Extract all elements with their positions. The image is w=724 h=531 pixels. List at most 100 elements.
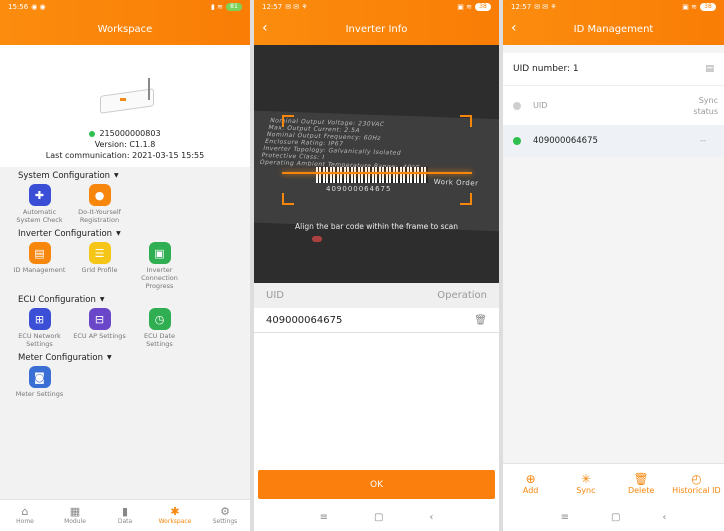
tab-home[interactable]: ⌂ Home <box>0 500 50 531</box>
sync-icon: ✳ <box>580 472 591 486</box>
tile-label: ECU Network Settings <box>18 332 61 348</box>
back-nav-icon[interactable]: ‹ <box>662 512 666 523</box>
uid-value: 409000064675 <box>533 136 598 146</box>
status-time: 15:56 <box>8 3 29 11</box>
tab-workspace[interactable]: ✱ Workspace <box>150 500 200 531</box>
meter-icon: ◙ <box>28 366 51 388</box>
back-icon[interactable]: ‹ <box>511 21 517 35</box>
nav-bar: ‹ Inverter Info <box>254 14 499 45</box>
tab-settings[interactable]: ⚙ Settings <box>200 500 250 531</box>
signal-icon: ▮ ≋ <box>211 3 223 11</box>
section-title: Inverter Configuration <box>18 228 113 239</box>
tile-label: Meter Settings <box>15 390 64 398</box>
device-card: 215000000803 Version: C1.1.8 Last commun… <box>0 45 250 167</box>
config-tile[interactable]: ▤ ID Management <box>12 242 67 290</box>
page-title: Inverter Info <box>345 24 408 35</box>
workspace-icon: ✱ <box>170 505 180 518</box>
device-id: 215000000803 <box>99 129 161 138</box>
menu-icon[interactable]: ≡ <box>320 512 328 523</box>
scan-frame: 409000064675 <box>282 115 472 205</box>
section-title: Meter Configuration <box>18 352 103 363</box>
section-header[interactable]: ECU Configuration ▼ <box>0 293 250 306</box>
historical-id-button[interactable]: ◴ Historical ID <box>669 464 724 503</box>
section-title: ECU Configuration <box>18 294 96 305</box>
config-tile[interactable]: ● Do-It-Yourself Registration <box>72 184 127 224</box>
clipboard-icon[interactable]: ▤ <box>705 64 714 74</box>
ok-button[interactable]: OK <box>258 470 495 499</box>
tab-module[interactable]: ▦ Module <box>50 500 100 531</box>
uid-number: UID number: 1 <box>513 64 579 74</box>
status-bar: 12:57 ✉ ✉ ⚘ ▣ ≋ 38 <box>254 0 499 14</box>
back-nav-icon[interactable]: ‹ <box>429 512 433 523</box>
tile-label: Inverter Connection Progress <box>141 266 178 290</box>
config-tile[interactable]: ⊞ ECU Network Settings <box>12 308 67 348</box>
menu-icon[interactable]: ≡ <box>561 512 569 523</box>
ap-icon: ⊟ <box>88 308 111 330</box>
tile-label: Grid Profile <box>81 266 118 274</box>
tab-data[interactable]: ▮ Data <box>100 500 150 531</box>
tile-label: Do-It-Yourself Registration <box>78 208 121 224</box>
device-version: Version: C1.1.8 <box>94 140 156 149</box>
col-uid: UID <box>266 290 284 301</box>
camera-scanner-view[interactable]: Nominal Output Voltage: 230VAC Max. Outpu… <box>254 45 499 283</box>
tile-grid: ⊞ ECU Network Settings ⊟ ECU AP Settings ◷ EC… <box>0 308 250 348</box>
system-nav-bar: ≡ ▢ ‹ <box>503 503 724 531</box>
section-header[interactable]: Inverter Configuration ▼ <box>0 227 250 240</box>
chart-icon: ▮ <box>121 505 129 518</box>
section-header[interactable]: Meter Configuration ▼ <box>0 351 250 364</box>
select-all-dot[interactable] <box>513 101 521 110</box>
workspace-header: 15:56 ◉ ◉ ▮ ≋ 81 Workspace <box>0 0 250 45</box>
back-icon[interactable]: ‹ <box>262 21 268 35</box>
home-square-icon[interactable]: ▢ <box>611 512 620 523</box>
section-header[interactable]: System Configuration ▼ <box>0 169 250 182</box>
nav-bar: Workspace <box>0 14 250 45</box>
tile-label: Automatic System Check <box>16 208 63 224</box>
config-tile[interactable]: ☰ Grid Profile <box>72 242 127 290</box>
status-time: 12:57 <box>262 3 283 11</box>
table-row[interactable]: 409000064675 -- <box>503 125 724 157</box>
config-tile[interactable]: ◷ ECU Date Settings <box>132 308 187 348</box>
config-tile[interactable]: ⊟ ECU AP Settings <box>72 308 127 348</box>
home-square-icon[interactable]: ▢ <box>374 512 383 523</box>
add-button[interactable]: ⊕ Add <box>503 464 558 503</box>
config-tile[interactable]: ✚ Automatic System Check <box>12 184 67 224</box>
action-label: Delete <box>627 486 655 495</box>
clock-icon: ◷ <box>148 308 171 330</box>
person-icon: ● <box>88 184 111 206</box>
inverter-led <box>312 236 322 242</box>
sync-button[interactable]: ✳ Sync <box>558 464 613 503</box>
section-title: System Configuration <box>18 170 111 181</box>
config-sections: System Configuration ▼ ✚ Automatic System C… <box>0 167 250 399</box>
action-label: Historical ID <box>672 486 721 495</box>
page-title: Workspace <box>97 24 153 35</box>
config-tile[interactable]: ▣ Inverter Connection Progress <box>132 242 187 290</box>
battery-icon: 81 <box>226 3 242 11</box>
scan-line <box>282 172 472 174</box>
action-bar: ⊕ Add ✳ Sync 🗑 Delete ◴ Historical ID <box>503 463 724 503</box>
tile-label: ID Management <box>13 266 66 274</box>
row-select-dot[interactable] <box>513 137 521 145</box>
gear-icon: ⚙ <box>220 505 230 518</box>
delete-button[interactable]: 🗑 Delete <box>614 464 669 503</box>
plus-circle-icon: ⊕ <box>525 472 536 486</box>
trash-icon[interactable]: 🗑 <box>474 315 487 326</box>
sync-status-value: -- <box>699 136 706 146</box>
battery-icon: 38 <box>700 3 716 11</box>
caret-down-icon: ▼ <box>99 296 105 303</box>
trash-icon: 🗑 <box>633 472 649 486</box>
scan-hint: Align the bar code within the frame to s… <box>295 222 458 231</box>
barcode <box>316 167 428 183</box>
tab-label: Home <box>16 518 34 525</box>
bottom-tab-bar: ⌂ Home ▦ Module ▮ Data ✱ Workspace ⚙ Settings <box>0 499 250 531</box>
config-tile[interactable]: ◙ Meter Settings <box>12 366 67 398</box>
last-communication: Last communication: 2021-03-15 15:55 <box>45 151 205 160</box>
tile-grid: ◙ Meter Settings <box>0 366 250 398</box>
label-barcode-number: 409000064675 <box>326 185 392 193</box>
status-time: 12:57 <box>511 3 532 11</box>
system-nav-bar: ≡ ▢ ‹ <box>254 503 499 531</box>
tile-grid: ▤ ID Management ☰ Grid Profile ▣ Inverter Con… <box>0 242 250 290</box>
medkit-icon: ✚ <box>28 184 51 206</box>
notification-icon: ◉ ◉ <box>31 3 46 11</box>
history-icon: ◴ <box>691 472 702 486</box>
tile-label: ECU AP Settings <box>73 332 126 340</box>
